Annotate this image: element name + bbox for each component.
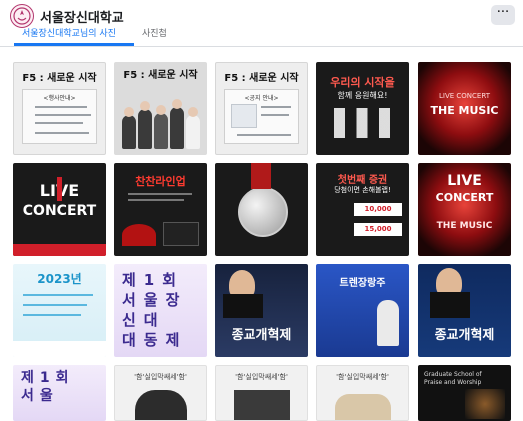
photo-thumbnail[interactable]: 찬찬라인업 xyxy=(114,163,207,256)
image-graphic xyxy=(234,390,290,420)
photo-subtitle: 함께 응원해요! xyxy=(337,91,388,100)
notice-box: <행사안내> xyxy=(22,89,97,144)
photo-title: F5 : 새로운 시작 xyxy=(22,73,97,84)
photo-title: 찬찬라인업 xyxy=(135,175,186,188)
tab-albums[interactable]: 사진첩 xyxy=(142,30,167,39)
text-line xyxy=(35,132,89,134)
photo-thumbnail[interactable]: F5 : 새로운 시작 xyxy=(114,62,207,155)
photo-thumbnail[interactable]: LIVE CONCERT xyxy=(13,163,106,256)
photo-thumbnail[interactable]: 종교개혁제 xyxy=(418,264,511,357)
text-line xyxy=(237,134,291,136)
photo-title: '함'실입막쌔세'함' xyxy=(134,373,187,381)
photo-thumbnail[interactable]: 이슈 xyxy=(215,163,308,256)
photo-thumbnail[interactable]: F5 : 새로운 시작 <공지 안내> xyxy=(215,62,308,155)
photo-subtitle: CONCERT xyxy=(435,191,494,204)
active-tab-indicator xyxy=(14,43,134,46)
portrait-robe xyxy=(430,292,470,318)
photo-thumbnail[interactable]: 트렌장랑주 xyxy=(316,264,409,357)
photo-title: F5 : 새로운 시작 xyxy=(224,73,299,84)
text-line xyxy=(261,106,291,108)
photo-thumbnail[interactable]: F5 : 새로운 시작 <행사안내> xyxy=(13,62,106,155)
page-header: 서울장신대학교 ··· xyxy=(0,0,523,30)
photo-tabs: 서울장신대학교님의 사진 사진첩 xyxy=(0,30,523,47)
photo-title: 종교개혁제 xyxy=(434,328,495,343)
notice-box: <공지 안내> xyxy=(224,89,299,144)
university-seal-icon[interactable] xyxy=(10,4,34,28)
red-band xyxy=(13,244,106,256)
text-line xyxy=(35,114,91,116)
performer-graphic xyxy=(377,300,399,346)
photo-title: 첫번째 증권 xyxy=(337,175,388,186)
photo-title: 트렌장랑주 xyxy=(339,278,386,289)
text-line xyxy=(23,314,81,316)
photo-thumbnail[interactable]: '함'실입막쌔세'함' xyxy=(316,365,409,421)
photo-subtitle: <공지 안내> xyxy=(244,95,279,102)
drum-graphic xyxy=(122,224,156,246)
photo-thumbnail[interactable]: 우리의 시작을 함께 응원해요! xyxy=(316,62,409,155)
text-line xyxy=(35,122,83,124)
photo-thumbnail[interactable]: 제1회 서울장신대 대동제 xyxy=(114,264,207,357)
group-photo xyxy=(120,97,201,149)
photo-title: 종교개혁제 xyxy=(231,328,292,343)
photo-title: Graduate School of Praise and Worship xyxy=(424,371,482,386)
photo-caption: THE MUSIC xyxy=(436,221,493,231)
portrait-robe xyxy=(223,294,263,318)
photo-title: '함'실입막쌔세'함' xyxy=(336,373,389,381)
photo-thumbnail[interactable]: LIVE CONCERT THE MUSIC xyxy=(418,163,511,256)
photo-title: 제1회 서울 xyxy=(21,370,75,404)
hands-graphic xyxy=(135,390,187,420)
photo-thumbnail[interactable]: Graduate School of Praise and Worship xyxy=(418,365,511,421)
photo-thumbnail[interactable]: 2023년 xyxy=(13,264,106,357)
map-image xyxy=(231,104,257,128)
photo-thumbnail[interactable]: '함'실입막쌔세'함' xyxy=(215,365,308,421)
microphone-icon xyxy=(57,177,62,201)
piano-graphic xyxy=(163,222,199,246)
photo-title: 우리의 시작을 xyxy=(330,76,395,89)
photo-title: F5 : 새로운 시작 xyxy=(123,70,198,81)
photo-title: 2023년 xyxy=(37,272,82,286)
photo-thumbnail[interactable]: 종교개혁제 xyxy=(215,264,308,357)
text-line xyxy=(23,304,87,306)
photo-title: LIVE xyxy=(447,173,482,189)
ribbon-graphic xyxy=(251,163,271,189)
tab-photos-of[interactable]: 서울장신대학교님의 사진 xyxy=(22,30,116,39)
more-options-button[interactable]: ··· xyxy=(491,5,515,25)
stage-graphic xyxy=(465,389,505,419)
photo-title: 제1회 서울장신대 대동제 xyxy=(122,271,188,349)
text-line xyxy=(261,114,289,116)
price-tag: 15,000 xyxy=(354,223,402,236)
text-line xyxy=(128,199,184,201)
text-line xyxy=(35,106,87,108)
photo-subtitle: LIVE CONCERT xyxy=(439,92,490,100)
medal-icon xyxy=(238,187,288,237)
footer-band xyxy=(13,341,106,357)
photo-subtitle: 당첨이면 손해볼랩! xyxy=(334,186,391,194)
photo-subtitle: <행사안내> xyxy=(43,95,76,102)
photo-title: '함'실입막쌔세'함' xyxy=(235,373,288,381)
photo-thumbnail[interactable]: 제1회 서울 xyxy=(13,365,106,421)
photo-thumbnail[interactable]: '함'실입막쌔세'함' xyxy=(114,365,207,421)
photo-title: THE MUSIC xyxy=(430,104,499,117)
text-line xyxy=(23,294,93,296)
price-tag: 10,000 xyxy=(354,203,402,216)
page-title[interactable]: 서울장신대학교 xyxy=(40,7,124,26)
photo-subtitle: CONCERT xyxy=(22,203,97,219)
hands-graphic xyxy=(335,394,391,420)
text-line xyxy=(128,193,192,195)
photo-thumbnail[interactable]: 첫번째 증권 당첨이면 손해볼랩! 10,000 15,000 xyxy=(316,163,409,256)
dance-graphic xyxy=(334,108,390,138)
photo-thumbnail[interactable]: LIVE CONCERT THE MUSIC xyxy=(418,62,511,155)
